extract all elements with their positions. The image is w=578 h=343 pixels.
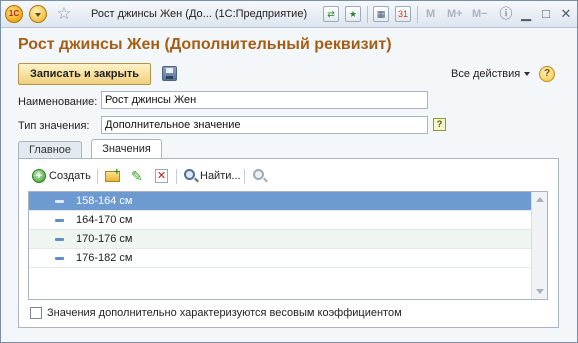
favorites-star-icon[interactable]: ☆ <box>55 5 73 23</box>
values-list[interactable]: 158-164 см 164-170 см 170-176 см 176-182… <box>28 191 548 300</box>
weight-checkbox-label: Значения дополнительно характеризуются в… <box>47 307 402 319</box>
scroll-up-icon[interactable] <box>536 197 544 202</box>
type-field[interactable]: Дополнительное значение <box>101 116 428 134</box>
find-button[interactable]: Найти... <box>200 170 241 188</box>
search-icon[interactable] <box>184 169 195 180</box>
list-item[interactable]: 158-164 см <box>29 192 532 211</box>
value-item-icon <box>55 257 64 260</box>
maximize-icon[interactable]: □ <box>537 5 555 23</box>
calendar-icon[interactable]: 31 <box>395 6 411 22</box>
all-actions-label: Все действия <box>451 68 521 80</box>
close-icon[interactable]: ✕ <box>557 5 575 23</box>
memory-plus-button[interactable]: M+ <box>447 8 463 20</box>
list-item[interactable]: 164-170 см <box>29 211 532 230</box>
tab-values[interactable]: Значения <box>91 139 162 159</box>
scroll-down-icon[interactable] <box>536 289 544 294</box>
list-item-label: 164-170 см <box>76 214 133 226</box>
name-field[interactable]: Рост джинсы Жен <box>101 91 428 109</box>
form-title: Рост джинсы Жен (Дополнительный реквизит… <box>18 36 392 53</box>
value-item-icon <box>55 219 64 222</box>
window-title: Рост джинсы Жен (До... (1С:Предприятие) <box>91 8 308 20</box>
chevron-down-icon <box>524 72 531 77</box>
toolbar-separator <box>97 169 98 184</box>
value-item-icon <box>55 200 64 203</box>
app-window: 1С ☆ Рост джинсы Жен (До... (1С:Предприя… <box>0 0 578 343</box>
title-bar: 1С ☆ Рост джинсы Жен (До... (1С:Предприя… <box>1 1 577 28</box>
info-icon[interactable]: ⓘ <box>497 5 515 23</box>
pencil-icon[interactable]: ✎ <box>131 168 143 185</box>
list-item-label: 170-176 см <box>76 233 133 245</box>
save-and-close-button[interactable]: Записать и закрыть <box>18 63 151 85</box>
value-item-icon <box>55 238 64 241</box>
main-menu-icon[interactable] <box>29 5 47 23</box>
memory-minus-button[interactable]: M− <box>472 8 488 20</box>
cancel-search-icon[interactable] <box>253 169 264 180</box>
toolbar-separator <box>417 6 418 23</box>
all-actions-menu[interactable]: Все действия <box>451 68 531 80</box>
toolbar-separator <box>176 169 177 184</box>
create-button[interactable]: Создать <box>49 170 91 188</box>
save-disk-icon[interactable] <box>162 66 177 81</box>
link-icon[interactable]: ⇄ <box>323 6 339 22</box>
add-folder-icon[interactable] <box>105 167 120 182</box>
toolbar-separator <box>244 169 245 184</box>
calculator-icon[interactable]: ▦ <box>373 6 389 22</box>
minimize-icon[interactable]: ▁ <box>517 5 535 23</box>
type-hint-icon[interactable]: ? <box>433 118 446 131</box>
name-label: Наименование: <box>18 96 98 108</box>
list-item-label: 176-182 см <box>76 252 133 264</box>
values-panel: + Создать ✎ ✕ Найти... 158-164 см 164-17… <box>18 158 559 328</box>
type-label: Тип значения: <box>18 120 90 132</box>
delete-icon[interactable]: ✕ <box>155 169 168 183</box>
list-item[interactable]: 170-176 см <box>29 230 532 249</box>
1c-logo-icon[interactable]: 1С <box>5 5 23 23</box>
list-item-label: 158-164 см <box>76 195 133 207</box>
weight-checkbox[interactable] <box>30 307 42 319</box>
add-icon[interactable]: + <box>32 169 46 183</box>
memory-m-button[interactable]: M <box>426 8 435 20</box>
help-icon[interactable]: ? <box>539 66 555 82</box>
bookmark-icon[interactable]: ★ <box>345 6 361 22</box>
toolbar-separator <box>367 6 368 23</box>
list-item[interactable]: 176-182 см <box>29 249 532 268</box>
tab-main[interactable]: Главное <box>18 141 82 159</box>
list-scrollbar[interactable] <box>531 192 547 299</box>
